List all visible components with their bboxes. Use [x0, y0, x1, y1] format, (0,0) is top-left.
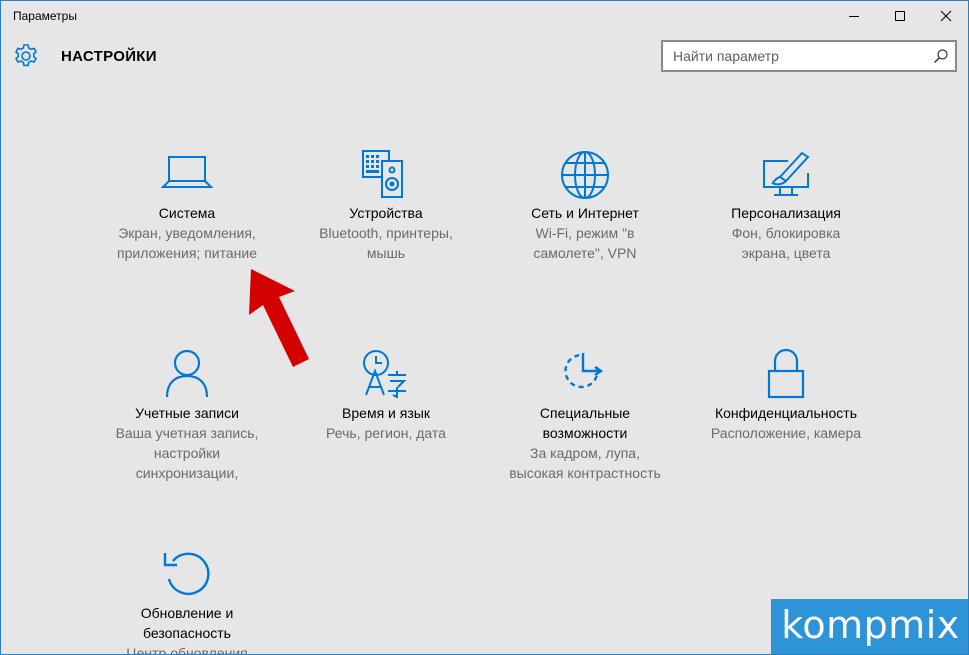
gear-icon: [14, 44, 38, 67]
tile-title: Обновление и: [140, 605, 234, 621]
update-icon: [163, 552, 210, 596]
maximize-button[interactable]: [877, 1, 923, 31]
search-box[interactable]: [661, 40, 957, 72]
window-title: Параметры: [13, 9, 77, 23]
tile-desc-line: высокая контрастность: [509, 465, 661, 481]
laptop-icon: [160, 156, 214, 188]
tile-title: Время и язык: [342, 405, 430, 421]
tile-desc-line: Wi-Fi, режим "в: [535, 225, 635, 241]
tile-update-security[interactable]: Обновление и безопасность Центр обновлен…: [87, 547, 287, 655]
maximize-icon: [895, 11, 905, 21]
tile-personalization[interactable]: Персонализация Фон, блокировка экрана, ц…: [686, 147, 886, 263]
tile-title: безопасность: [143, 625, 231, 641]
tile-title: возможности: [542, 425, 628, 441]
tile-desc-line: мышь: [366, 245, 406, 261]
minimize-button[interactable]: [831, 1, 877, 31]
tile-desc-line: настройки: [153, 445, 221, 461]
tile-devices[interactable]: Устройства Bluetooth, принтеры, мышь: [286, 147, 486, 263]
tile-desc-line: приложения; питание: [117, 245, 257, 261]
tile-network[interactable]: Сеть и Интернет Wi-Fi, режим "в самолете…: [485, 147, 685, 263]
tile-title: Устройства: [349, 205, 423, 221]
tile-desc-line: Расположение, камера: [710, 425, 862, 441]
page-title: НАСТРОЙКИ: [61, 48, 157, 65]
minimize-icon: [849, 16, 859, 17]
close-button[interactable]: [923, 1, 968, 31]
tile-privacy[interactable]: Конфиденциальность Расположение, камера: [686, 347, 886, 443]
tile-title: Система: [158, 205, 216, 221]
tile-title: Учетные записи: [135, 405, 239, 421]
tile-accessibility[interactable]: Специальные возможности За кадром, лупа,…: [485, 347, 685, 483]
accessibility-icon: [564, 353, 604, 389]
tile-desc-line: Bluetooth, принтеры,: [319, 225, 453, 241]
settings-window: Параметры НАСТРОЙКИ Найти параметр Систе…: [0, 0, 969, 655]
settings-header: НАСТРОЙКИ: [1, 37, 968, 77]
close-icon: [940, 10, 952, 22]
tile-title: Специальные: [539, 405, 631, 421]
time-language-icon: [363, 350, 407, 399]
title-bar[interactable]: Параметры: [1, 1, 968, 31]
search-input[interactable]: [663, 42, 923, 70]
tile-system[interactable]: Система Экран, уведомления, приложения; …: [87, 147, 287, 263]
lock-icon: [767, 348, 805, 399]
tile-desc-line: самолете", VPN: [533, 245, 637, 261]
tile-title: Персонализация: [731, 205, 841, 221]
tile-desc-line: За кадром, лупа,: [530, 445, 640, 461]
personalization-icon: [763, 151, 810, 196]
tile-title: Сеть и Интернет: [531, 205, 639, 221]
search-icon[interactable]: [933, 48, 949, 64]
globe-icon: [561, 151, 609, 199]
person-icon: [165, 349, 209, 398]
annotation-arrow: [249, 269, 309, 367]
tile-time-language[interactable]: Время и язык Речь, регион, дата: [286, 347, 486, 443]
tile-desc-line: Речь, регион, дата: [326, 425, 446, 441]
devices-icon: [362, 150, 403, 198]
tile-desc-line: Центр обновления: [126, 645, 248, 655]
tile-desc-line: экрана, цвета: [741, 245, 831, 261]
watermark-logo: kompmix: [771, 599, 968, 654]
tile-desc-line: синхронизации,: [135, 465, 239, 481]
tile-desc-line: Экран, уведомления,: [118, 225, 256, 241]
tile-desc-line: Фон, блокировка: [731, 225, 841, 241]
tile-title: Конфиденциальность: [714, 405, 857, 421]
tile-desc-line: Ваша учетная запись,: [115, 425, 259, 441]
